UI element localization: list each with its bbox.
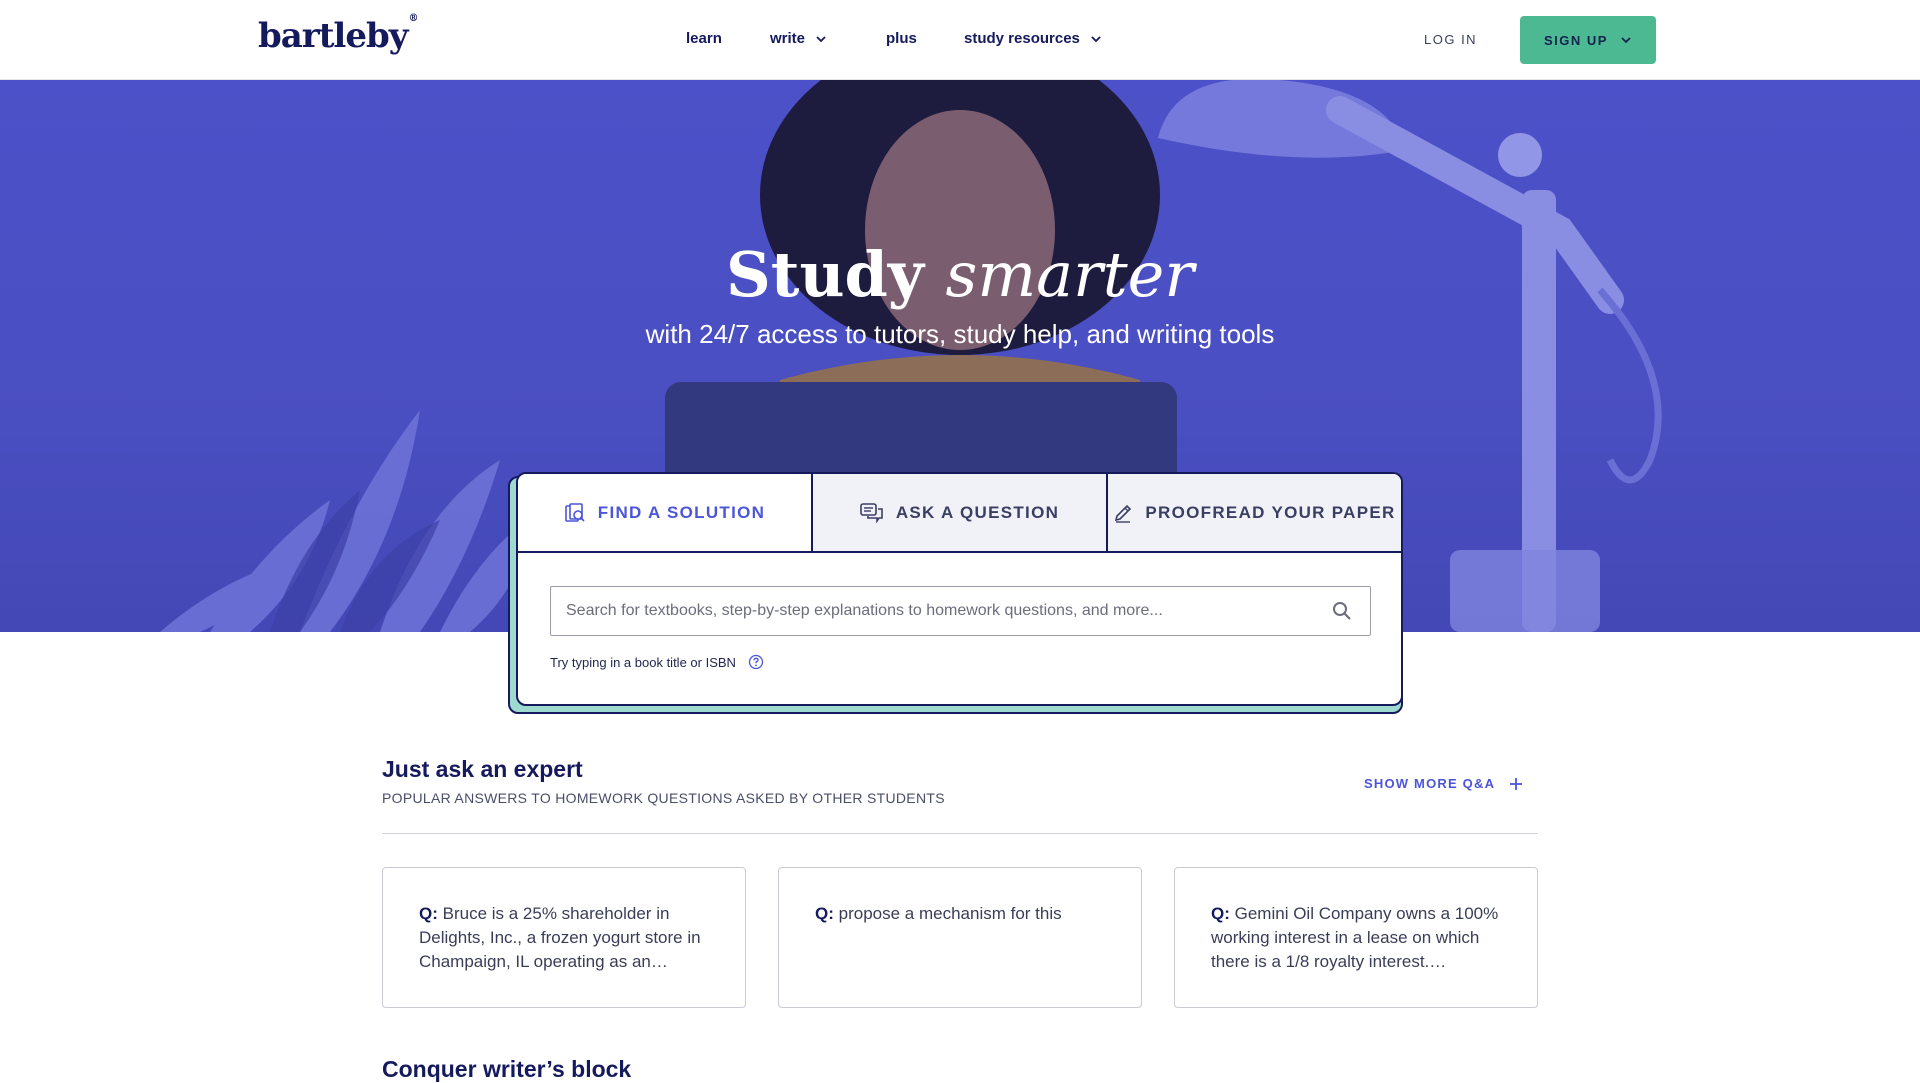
qa-card[interactable]: Q: Bruce is a 25% shareholder in Delight… <box>382 867 746 1008</box>
tab-proofread-paper-label: PROOFREAD YOUR PAPER <box>1145 502 1396 522</box>
hero-title: Study smarter <box>0 238 1920 311</box>
nav-plus[interactable]: plus <box>886 30 917 47</box>
chevron-down-icon <box>1621 37 1631 44</box>
signup-button[interactable]: SIGN UP <box>1520 16 1656 64</box>
hero-title-plain: Study <box>726 238 924 311</box>
search-hint: Try typing in a book title or ISBN <box>550 654 764 670</box>
tab-ask-question[interactable]: ASK A QUESTION <box>813 474 1108 551</box>
writers-block-section-title: Conquer writer’s block <box>382 1056 632 1082</box>
nav-learn[interactable]: learn <box>686 30 722 47</box>
search-input[interactable] <box>551 587 1311 635</box>
hero-title-italic: smarter <box>945 238 1194 311</box>
pencil-icon <box>1115 504 1132 523</box>
expert-section-title: Just ask an expert <box>382 756 583 782</box>
search-card: FIND A SOLUTION ASK A QUESTION PROOFREAD… <box>516 472 1403 706</box>
question-prefix: Q: <box>815 904 834 923</box>
hero-subtitle: with 24/7 access to tutors, study help, … <box>645 319 1275 349</box>
help-question-icon[interactable] <box>748 654 764 670</box>
chevron-down-icon <box>816 35 826 42</box>
chat-bubbles-icon <box>860 502 883 523</box>
logo-text: bartleby <box>258 16 408 56</box>
find-solution-icon <box>564 502 585 522</box>
search-hint-text: Try typing in a book title or ISBN <box>550 654 736 670</box>
logo-trademark: ® <box>408 12 419 24</box>
question-prefix: Q: <box>1211 904 1230 923</box>
search-tabs: FIND A SOLUTION ASK A QUESTION PROOFREAD… <box>518 474 1401 553</box>
show-more-qa-label: SHOW MORE Q&A <box>1364 776 1496 791</box>
qa-card[interactable]: Q: Gemini Oil Company owns a 100% workin… <box>1174 867 1538 1008</box>
nav-write-label: write <box>770 30 806 47</box>
question-text: propose a mechanism for this <box>838 904 1062 923</box>
bartleby-logo[interactable]: bartleby® <box>258 12 419 56</box>
nav-learn-label: learn <box>686 30 722 47</box>
question-prefix: Q: <box>419 904 438 923</box>
nav-study-resources-label: study resources <box>964 30 1080 47</box>
tab-find-solution[interactable]: FIND A SOLUTION <box>518 474 813 551</box>
nav-study-resources[interactable]: study resources <box>964 30 1102 47</box>
tab-find-solution-label: FIND A SOLUTION <box>597 502 766 522</box>
login-link[interactable]: LOG IN <box>1424 32 1477 47</box>
tab-ask-question-label: ASK A QUESTION <box>895 502 1060 522</box>
expert-section-subtitle: POPULAR ANSWERS TO HOMEWORK QUESTIONS AS… <box>382 790 945 806</box>
site-header: bartleby® learn write plus study resourc… <box>0 0 1920 80</box>
nav-plus-label: plus <box>886 30 917 47</box>
question-text: Bruce is a 25% shareholder in Delights, … <box>419 904 701 971</box>
show-more-qa-link[interactable]: SHOW MORE Q&A <box>1364 776 1523 791</box>
nav-write[interactable]: write <box>770 30 827 47</box>
tab-proofread-paper[interactable]: PROOFREAD YOUR PAPER <box>1108 474 1401 551</box>
signup-label: SIGN UP <box>1544 32 1608 48</box>
qa-card[interactable]: Q: propose a mechanism for this <box>778 867 1142 1008</box>
search-icon[interactable] <box>1332 601 1352 621</box>
question-text: Gemini Oil Company owns a 100% working i… <box>1211 904 1499 971</box>
chevron-down-icon <box>1091 35 1101 42</box>
search-box <box>550 586 1371 636</box>
plus-icon <box>1510 777 1523 790</box>
section-divider <box>382 833 1538 834</box>
